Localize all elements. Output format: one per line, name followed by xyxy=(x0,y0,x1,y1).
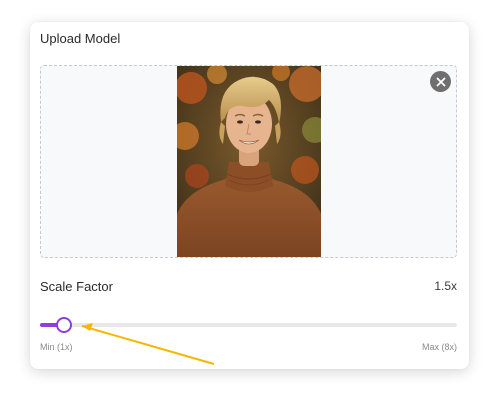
upload-dropzone[interactable] xyxy=(40,65,457,258)
uploaded-model-image xyxy=(177,66,321,257)
upload-model-card: Upload Model Scale Factor 1.5x Min (1x) … xyxy=(30,22,469,369)
slider-min-label: Min (1x) xyxy=(40,342,73,352)
scale-slider-thumb[interactable] xyxy=(56,317,72,333)
slider-max-label: Max (8x) xyxy=(421,342,457,352)
scale-factor-value: 1.5x xyxy=(434,279,457,293)
card-title: Upload Model xyxy=(40,31,121,46)
close-icon xyxy=(436,77,445,86)
screen: Upload Model Scale Factor 1.5x Min (1x) … xyxy=(0,0,499,408)
scale-slider-track[interactable] xyxy=(40,323,457,327)
remove-image-button[interactable] xyxy=(430,71,451,92)
scale-factor-label: Scale Factor xyxy=(40,279,113,294)
